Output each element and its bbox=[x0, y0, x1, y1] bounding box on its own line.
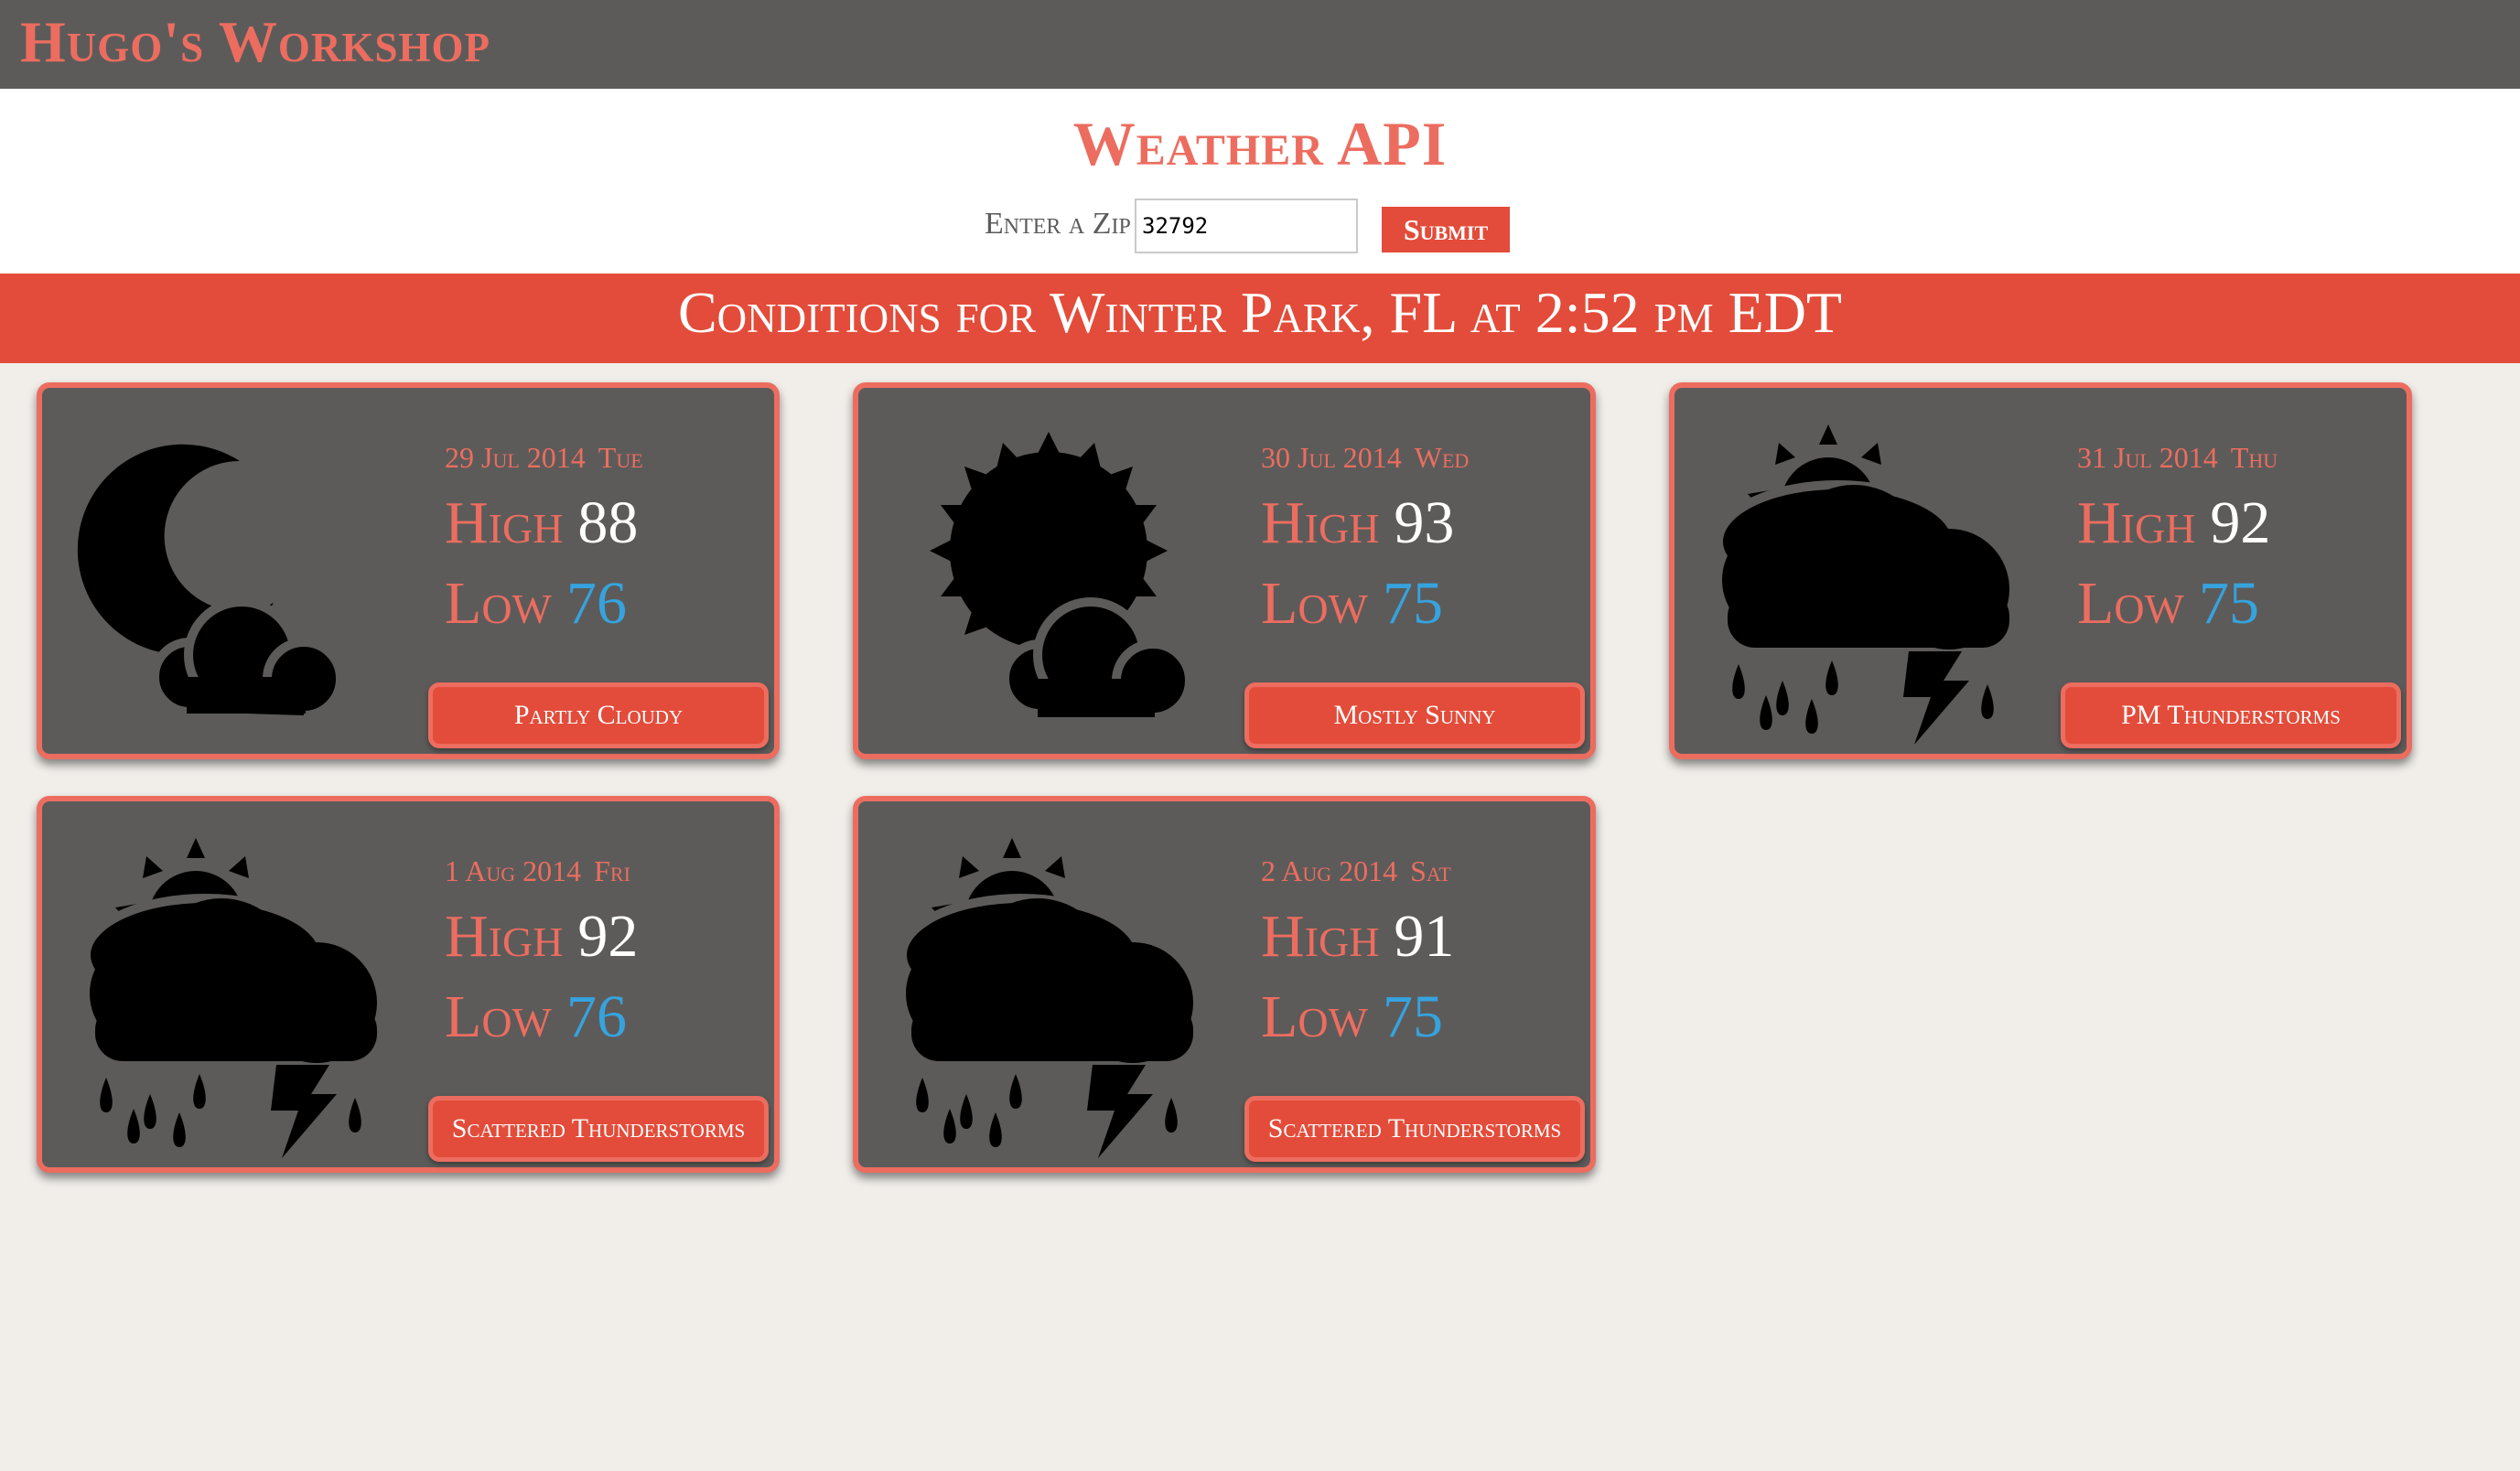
page-header: Weather API Enter a Zip Submit bbox=[0, 89, 2520, 274]
forecast-card: 1 Aug 2014 Fri High 92 Low 76 Scattered Thu… bbox=[37, 796, 780, 1173]
zip-form: Enter a Zip Submit bbox=[0, 199, 2520, 257]
forecast-date: 29 Jul 2014 Tue bbox=[445, 441, 643, 474]
condition-badge: Partly Cloudy bbox=[428, 682, 769, 748]
forecast-card: 2 Aug 2014 Sat High 91 Low 75 Scattered Thu… bbox=[853, 796, 1596, 1173]
forecast-day: Fri bbox=[594, 854, 630, 887]
condition-badge: Scattered Thunderstorms bbox=[428, 1096, 769, 1162]
low-temp: Low 75 bbox=[2077, 570, 2259, 637]
page-title: Weather API bbox=[1072, 109, 1448, 178]
submit-button[interactable]: Submit bbox=[1382, 207, 1510, 252]
thunderstorm-icon bbox=[1691, 406, 2039, 745]
thunderstorm-icon bbox=[59, 820, 406, 1158]
low-temp: Low 76 bbox=[445, 983, 627, 1050]
high-temp: High 93 bbox=[1261, 489, 1455, 556]
brand-title[interactable]: Hugo's Workshop bbox=[20, 0, 490, 89]
zip-input[interactable] bbox=[1135, 199, 1358, 253]
forecast-day: Sat bbox=[1410, 854, 1451, 887]
low-temp: Low 75 bbox=[1261, 983, 1443, 1050]
condition-badge: PM Thunderstorms bbox=[2061, 682, 2401, 748]
forecast-day: Thu bbox=[2230, 441, 2278, 474]
zip-label: Enter a Zip bbox=[985, 207, 1131, 241]
conditions-title: Conditions for Winter Park, FL at 2:52 p… bbox=[677, 280, 1843, 345]
condition-badge: Mostly Sunny bbox=[1244, 682, 1585, 748]
moon-cloud-icon bbox=[59, 406, 406, 745]
high-temp: High 92 bbox=[2077, 489, 2271, 556]
low-temp: Low 75 bbox=[1261, 570, 1443, 637]
sun-cloud-icon bbox=[875, 406, 1222, 745]
forecast-date: 1 Aug 2014 Fri bbox=[445, 854, 630, 887]
high-temp: High 91 bbox=[1261, 903, 1455, 970]
thunderstorm-icon bbox=[875, 820, 1222, 1158]
forecast-card: 30 Jul 2014 Wed High 93 Low 75 Mostly Sunny bbox=[853, 382, 1596, 759]
top-bar: Hugo's Workshop bbox=[0, 0, 2520, 89]
high-temp: High 92 bbox=[445, 903, 639, 970]
forecast-day: Tue bbox=[598, 441, 643, 474]
condition-badge: Scattered Thunderstorms bbox=[1244, 1096, 1585, 1162]
high-temp: High 88 bbox=[445, 489, 639, 556]
forecast-card: 31 Jul 2014 Thu High 92 Low 75 PM Thunderst… bbox=[1669, 382, 2412, 759]
forecast-card: 29 Jul 2014 Tue High 88 Low 76 Partly Cloud… bbox=[37, 382, 780, 759]
forecast-date: 30 Jul 2014 Wed bbox=[1261, 441, 1470, 474]
low-temp: Low 76 bbox=[445, 570, 627, 637]
conditions-banner: Conditions for Winter Park, FL at 2:52 p… bbox=[0, 274, 2520, 363]
forecast-date: 31 Jul 2014 Thu bbox=[2077, 441, 2278, 474]
forecast-date: 2 Aug 2014 Sat bbox=[1261, 854, 1451, 887]
forecast-day: Wed bbox=[1414, 441, 1470, 474]
